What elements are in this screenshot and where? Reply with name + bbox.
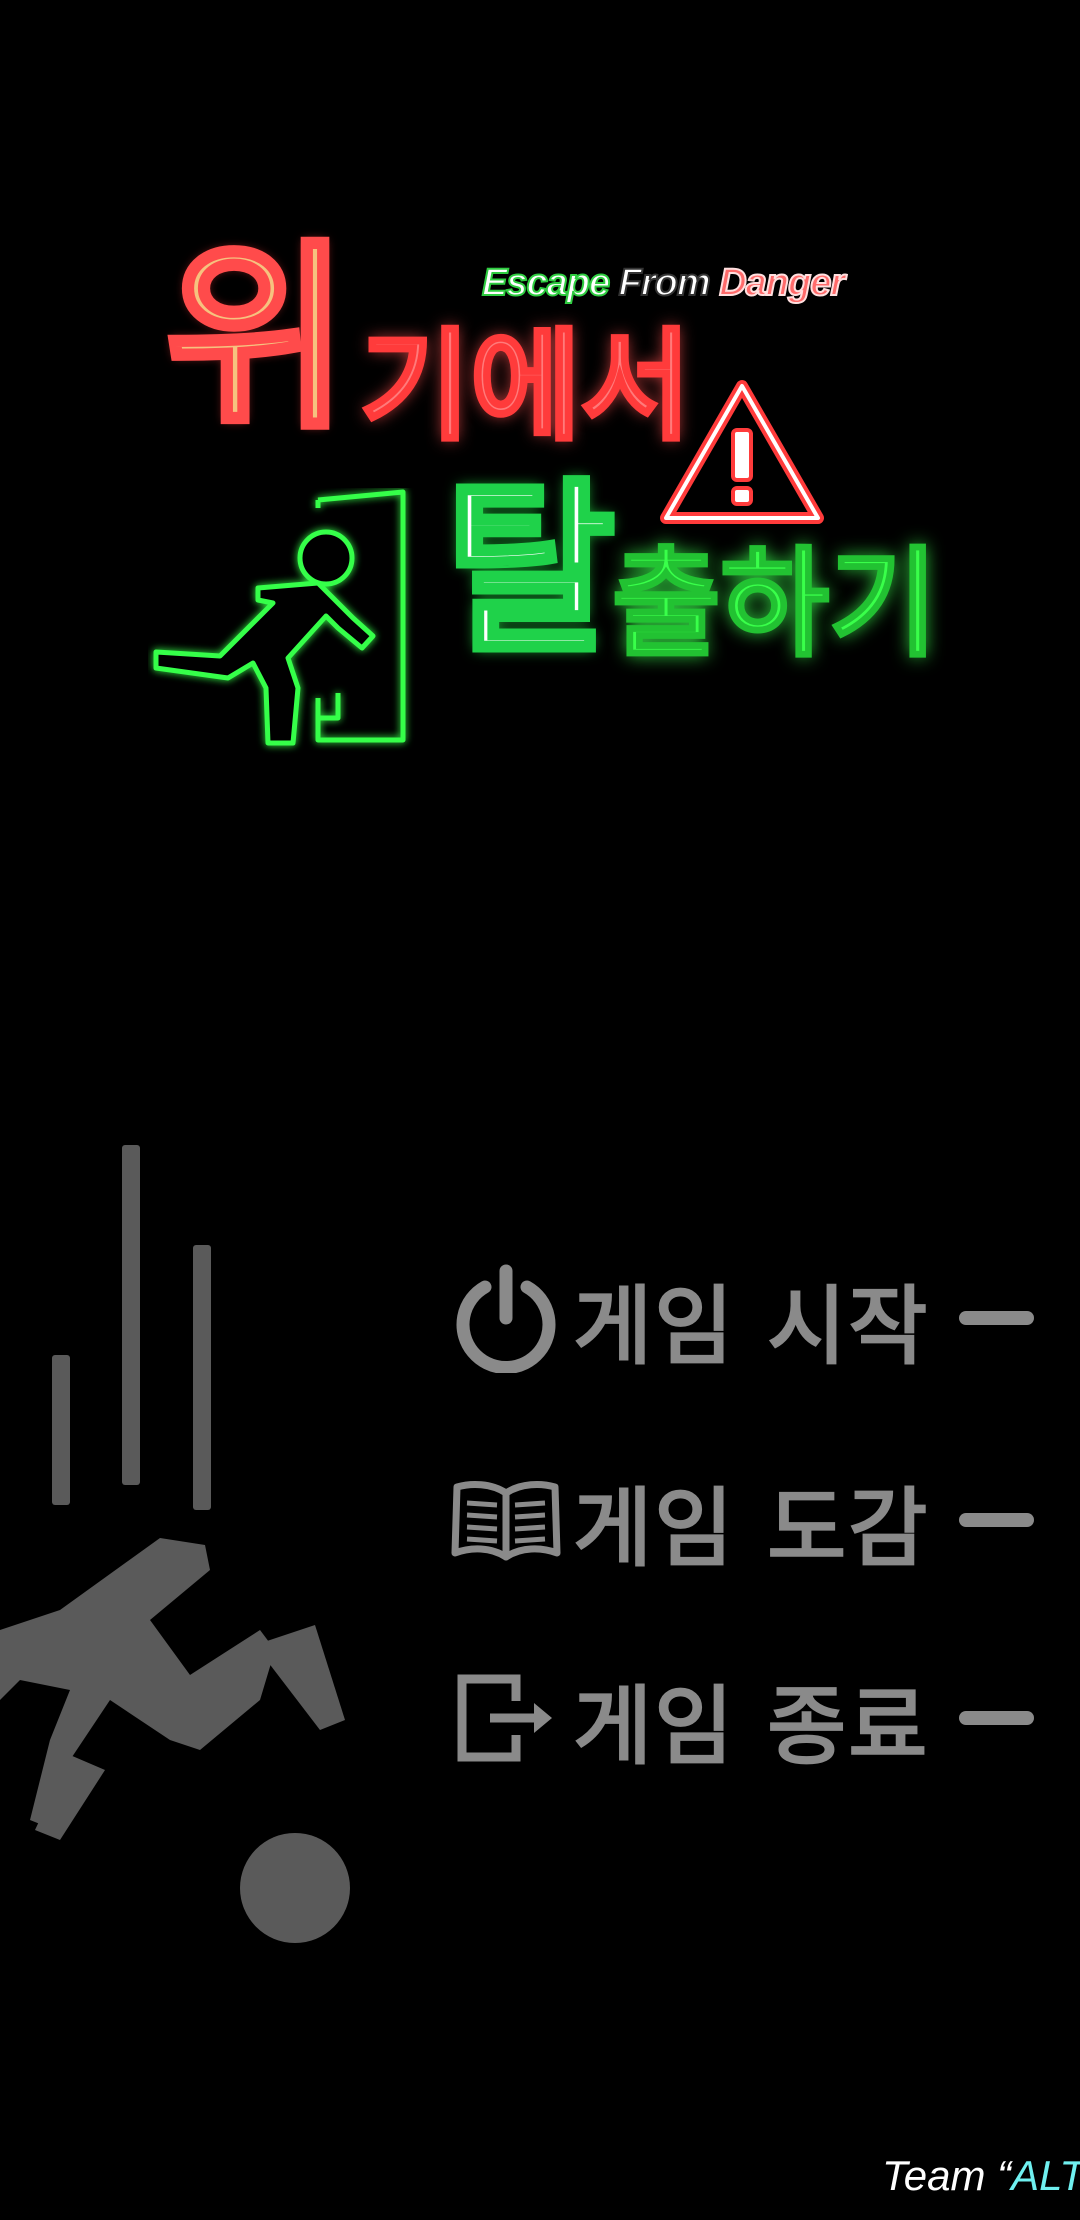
subtitle-word-escape: Escape <box>481 261 611 305</box>
game-subtitle: Escape From Danger <box>481 261 846 305</box>
team-credit-prefix: Team “ <box>882 2152 1012 2199</box>
menu-collection[interactable]: 게임 도감 <box>448 1460 1035 1580</box>
menu-start-dash <box>959 1311 1035 1325</box>
book-icon <box>448 1463 563 1578</box>
team-credit-name: ALT <box>1011 2152 1080 2199</box>
power-icon <box>448 1261 563 1376</box>
warning-icon <box>660 378 825 532</box>
title-first-char: 위 <box>162 223 352 456</box>
menu-quit-dash <box>959 1711 1035 1725</box>
team-credit: Team “ALT <box>882 2152 1080 2200</box>
title-line1-rest: 기에서 <box>358 318 693 457</box>
title-line2-rest: 출하기 <box>611 535 940 673</box>
subtitle-word-danger: Danger <box>718 261 846 305</box>
falling-person-icon <box>0 1140 360 1974</box>
exit-arrow-icon <box>448 1661 563 1776</box>
menu-quit-label: 게임 종료 <box>573 1676 930 1777</box>
title-second-char: 탈 <box>442 462 618 678</box>
menu-start-label: 게임 시작 <box>573 1276 930 1377</box>
menu-collection-label: 게임 도감 <box>573 1478 930 1579</box>
menu-quit-game[interactable]: 게임 종료 <box>448 1658 1035 1778</box>
menu-start-game[interactable]: 게임 시작 <box>448 1258 1035 1378</box>
title-screen: Escape From Danger 위 기에서 탈 출하기 게임 시작 게임 … <box>0 0 1080 2220</box>
emergency-exit-icon <box>148 488 418 762</box>
menu-collection-dash <box>959 1513 1035 1527</box>
subtitle-word-from: From <box>618 261 712 305</box>
